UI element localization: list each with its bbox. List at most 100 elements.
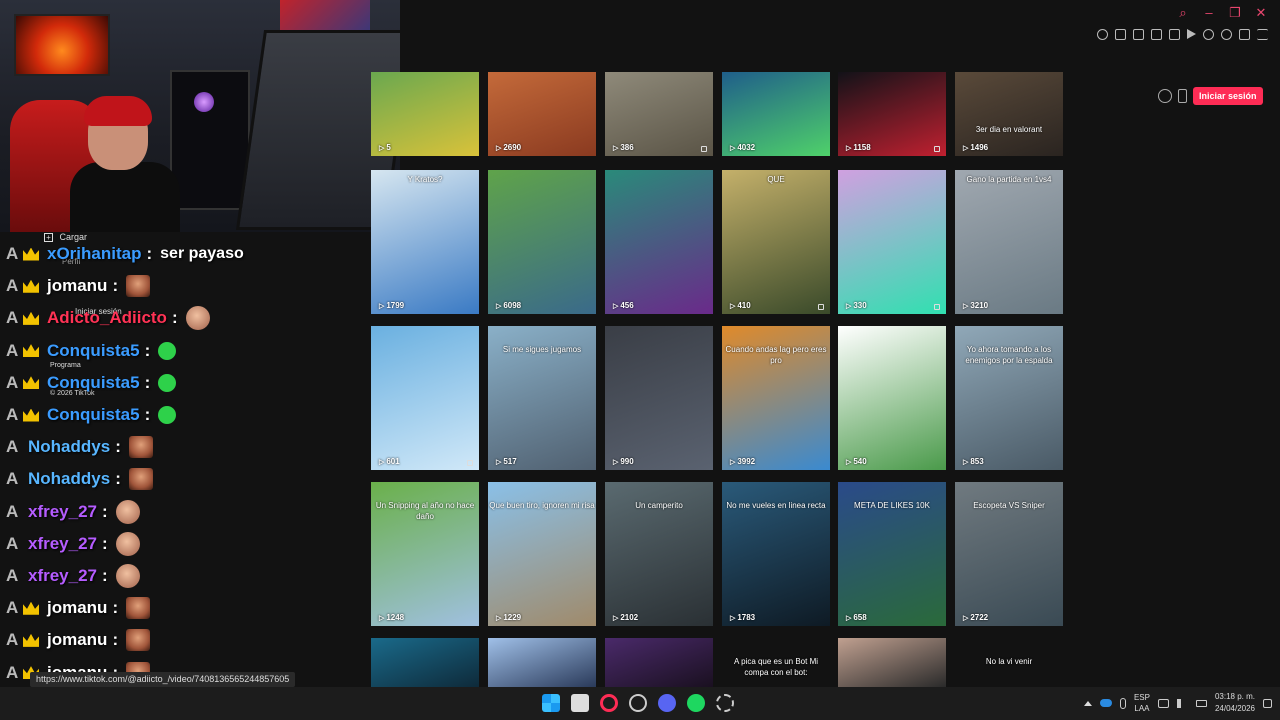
video-card[interactable]: QUE 410 [722, 170, 830, 314]
minimize-icon[interactable]: – [1202, 6, 1216, 20]
screenshot-icon[interactable] [1133, 29, 1144, 40]
chat-colon: : [146, 244, 153, 263]
heart-icon[interactable] [1203, 29, 1214, 40]
emote-face-icon [126, 597, 151, 620]
chat-username[interactable]: Conquista5 [47, 405, 140, 425]
restore-icon[interactable]: ❐ [1228, 6, 1242, 20]
chat-colon: : [102, 501, 108, 521]
screen: + Cargar Perfil Iniciar sesión Programa … [0, 0, 1280, 720]
chat-username[interactable]: jomanu [47, 598, 107, 618]
menu-icon[interactable] [1257, 29, 1268, 40]
onedrive-icon[interactable] [1099, 699, 1112, 707]
view-count: 2102 [613, 613, 638, 622]
video-thumbnail [838, 638, 946, 687]
video-card[interactable]: 6098 [488, 170, 596, 314]
video-card[interactable]: META DE LIKES 10K 658 [838, 482, 946, 626]
chat-message: Ajomanu: [0, 593, 151, 623]
settings-icon[interactable] [716, 694, 734, 712]
chat-username[interactable]: Nohaddys [28, 437, 110, 457]
video-card[interactable]: Un Snipping al año no hace daño 1248 [371, 482, 479, 626]
notifications-icon[interactable] [1263, 698, 1272, 708]
video-card[interactable]: No me vueles en linea recta 1783 [722, 482, 830, 626]
view-count: 853 [963, 457, 983, 466]
clock[interactable]: 03:18 p. m. 24/04/2026 [1215, 691, 1255, 715]
download-icon[interactable] [1239, 29, 1250, 40]
play-icon[interactable] [1187, 29, 1196, 39]
broadcaster-badge: A [6, 437, 19, 457]
chevron-up-icon[interactable] [1083, 700, 1092, 706]
video-card[interactable]: 386 [605, 72, 713, 156]
video-card[interactable]: 601 [371, 326, 479, 470]
discord-icon[interactable] [658, 694, 676, 712]
video-card[interactable]: 3er dia en valorant 1496 [955, 72, 1063, 156]
chat-username[interactable]: Nohaddys [28, 469, 110, 489]
video-card[interactable]: 456 [605, 170, 713, 314]
chat-username[interactable]: xOrihanitap [47, 244, 141, 264]
video-thumbnail [838, 170, 946, 314]
close-icon[interactable]: ✕ [1254, 6, 1268, 20]
microphone-icon[interactable] [1119, 697, 1126, 709]
chat-username[interactable]: jomanu [47, 630, 107, 650]
opera-gx-icon[interactable] [600, 694, 618, 712]
obs-icon[interactable] [629, 694, 647, 712]
video-card[interactable] [371, 638, 479, 687]
battery-icon[interactable] [1195, 699, 1207, 707]
video-card[interactable]: A pica que es un Bot Mi compa con el bot… [722, 638, 830, 687]
chat-username[interactable]: Conquista5 [47, 373, 140, 393]
video-card[interactable]: Si me sigues jugamos 517 [488, 326, 596, 470]
language-indicator[interactable]: ESP LAA [1134, 692, 1150, 714]
video-card[interactable]: Cuando andas lag pero eres pro 3992 [722, 326, 830, 470]
video-card[interactable]: Escopeta VS Sniper 2722 [955, 482, 1063, 626]
broadcaster-badge: A [6, 533, 19, 553]
chat-username[interactable]: Adicto_Adiicto [47, 308, 167, 328]
file-explorer-icon[interactable] [571, 694, 589, 712]
chat-message: A Conquista5: [0, 336, 177, 366]
chat-message: A Nohaddys: [0, 432, 153, 462]
video-card[interactable]: 2690 [488, 72, 596, 156]
compass-icon[interactable] [1158, 89, 1172, 103]
chat-message: A Adicto_Adiicto: [0, 303, 210, 333]
video-card[interactable]: 5 [371, 72, 479, 156]
vpn-icon[interactable] [1169, 29, 1180, 40]
video-card[interactable]: Y Kratos? 1799 [371, 170, 479, 314]
broadcaster-badge: A [6, 372, 19, 392]
volume-icon[interactable] [1176, 698, 1188, 708]
chat-username[interactable]: xfrey_27 [28, 534, 97, 554]
chat-message: A Conquista5: [0, 368, 177, 398]
video-card[interactable]: No la vi venir [955, 638, 1063, 687]
video-card[interactable]: 990 [605, 326, 713, 470]
account-icon[interactable] [1221, 29, 1232, 40]
windows-start-icon[interactable] [542, 694, 560, 712]
login-button[interactable]: Iniciar sesión [1193, 87, 1263, 105]
video-card[interactable]: Un camperito 2102 [605, 482, 713, 626]
video-card[interactable] [605, 638, 713, 687]
video-thumbnail [488, 170, 596, 314]
search-icon[interactable]: ⌕ [1176, 6, 1190, 20]
video-card[interactable]: Que buen tiro, ignoren mi risa 1229 [488, 482, 596, 626]
chat-colon: : [144, 372, 151, 392]
phone-icon[interactable] [1178, 89, 1187, 103]
lock-icon [701, 146, 707, 152]
video-caption: Un Snipping al año no hace daño [375, 501, 475, 521]
video-card[interactable]: 330 [838, 170, 946, 314]
video-card[interactable]: Yo ahora tomando a los enemigos por la e… [955, 326, 1063, 470]
video-card[interactable] [488, 638, 596, 687]
chat-username[interactable]: xfrey_27 [28, 502, 97, 522]
video-card[interactable]: 4032 [722, 72, 830, 156]
spotify-icon[interactable] [687, 694, 705, 712]
zoom-icon[interactable] [1097, 29, 1108, 40]
video-card[interactable] [838, 638, 946, 687]
video-card[interactable]: 1158 [838, 72, 946, 156]
pin-icon[interactable] [1115, 29, 1126, 40]
chat-username[interactable]: Conquista5 [47, 341, 140, 361]
chat-username[interactable]: jomanu [47, 276, 107, 296]
view-count: 1783 [730, 613, 755, 622]
video-caption: Gano la partida en 1vs4 [966, 175, 1052, 184]
chat-colon: : [102, 566, 108, 585]
video-card[interactable]: 540 [838, 326, 946, 470]
shield-icon[interactable] [1151, 29, 1162, 40]
video-card[interactable]: Gano la partida en 1vs4 3210 [955, 170, 1063, 314]
network-icon[interactable] [1157, 698, 1169, 708]
chat-username[interactable]: xfrey_27 [28, 566, 97, 586]
view-count: 5 [379, 143, 390, 152]
